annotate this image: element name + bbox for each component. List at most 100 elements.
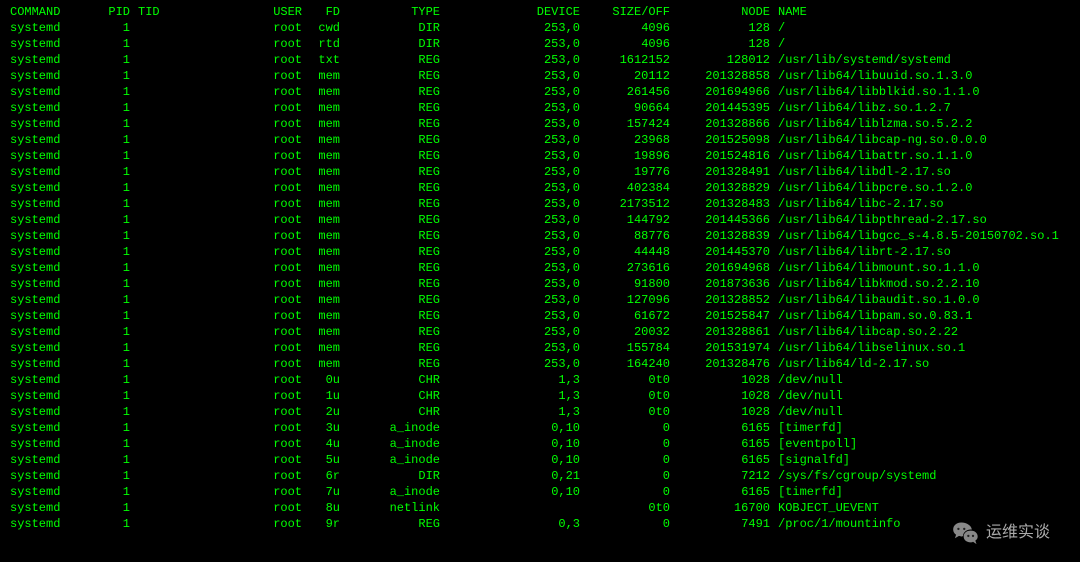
- table-row: systemd1rootmemREG253,0402384201328829/u…: [10, 180, 1070, 196]
- cell-size: 0: [580, 420, 670, 436]
- cell-tid: [130, 420, 180, 436]
- header-command: COMMAND: [10, 4, 80, 20]
- cell-name: /usr/lib64/libcap.so.2.22: [770, 324, 1070, 340]
- cell-type: REG: [340, 148, 440, 164]
- cell-size: 0: [580, 452, 670, 468]
- cell-node: 201328839: [670, 228, 770, 244]
- cell-name: /dev/null: [770, 388, 1070, 404]
- cell-fd: 4u: [302, 436, 340, 452]
- cell-device: 253,0: [440, 356, 580, 372]
- cell-tid: [130, 372, 180, 388]
- cell-tid: [130, 388, 180, 404]
- cell-node: 6165: [670, 484, 770, 500]
- cell-fd: 9r: [302, 516, 340, 532]
- table-row: systemd1rootmemREG253,044448201445370/us…: [10, 244, 1070, 260]
- cell-name: /dev/null: [770, 404, 1070, 420]
- cell-tid: [130, 356, 180, 372]
- cell-pid: 1: [80, 52, 130, 68]
- cell-user: root: [180, 116, 302, 132]
- table-row: systemd1rootmemREG253,020032201328861/us…: [10, 324, 1070, 340]
- cell-fd: mem: [302, 68, 340, 84]
- cell-size: 4096: [580, 36, 670, 52]
- cell-tid: [130, 484, 180, 500]
- cell-command: systemd: [10, 436, 80, 452]
- cell-fd: mem: [302, 228, 340, 244]
- cell-node: 7491: [670, 516, 770, 532]
- cell-node: 1028: [670, 404, 770, 420]
- header-node: NODE: [670, 4, 770, 20]
- cell-type: DIR: [340, 468, 440, 484]
- cell-name: /usr/lib64/libcap-ng.so.0.0.0: [770, 132, 1070, 148]
- cell-fd: 1u: [302, 388, 340, 404]
- cell-device: 253,0: [440, 308, 580, 324]
- cell-command: systemd: [10, 468, 80, 484]
- cell-user: root: [180, 196, 302, 212]
- cell-user: root: [180, 100, 302, 116]
- cell-node: 201525847: [670, 308, 770, 324]
- cell-tid: [130, 324, 180, 340]
- cell-size: 402384: [580, 180, 670, 196]
- cell-fd: mem: [302, 244, 340, 260]
- cell-fd: mem: [302, 148, 340, 164]
- cell-tid: [130, 196, 180, 212]
- cell-type: REG: [340, 308, 440, 324]
- lsof-output-table: COMMANDPIDTIDUSERFDTYPEDEVICESIZE/OFFNOD…: [10, 4, 1070, 532]
- cell-fd: mem: [302, 292, 340, 308]
- cell-size: 261456: [580, 84, 670, 100]
- cell-command: systemd: [10, 148, 80, 164]
- cell-type: REG: [340, 68, 440, 84]
- cell-device: 0,3: [440, 516, 580, 532]
- cell-device: 0,10: [440, 420, 580, 436]
- cell-size: 0: [580, 436, 670, 452]
- cell-node: 201873636: [670, 276, 770, 292]
- cell-fd: mem: [302, 276, 340, 292]
- cell-pid: 1: [80, 292, 130, 308]
- cell-tid: [130, 260, 180, 276]
- cell-device: 0,10: [440, 436, 580, 452]
- cell-user: root: [180, 356, 302, 372]
- cell-pid: 1: [80, 20, 130, 36]
- cell-node: 128: [670, 20, 770, 36]
- cell-type: REG: [340, 244, 440, 260]
- header-size: SIZE/OFF: [580, 4, 670, 20]
- table-row: systemd1rootmemREG253,0155784201531974/u…: [10, 340, 1070, 356]
- cell-user: root: [180, 212, 302, 228]
- cell-user: root: [180, 516, 302, 532]
- cell-pid: 1: [80, 516, 130, 532]
- cell-command: systemd: [10, 164, 80, 180]
- cell-tid: [130, 500, 180, 516]
- cell-user: root: [180, 372, 302, 388]
- cell-tid: [130, 52, 180, 68]
- cell-user: root: [180, 260, 302, 276]
- cell-pid: 1: [80, 116, 130, 132]
- cell-name: /usr/lib64/libblkid.so.1.1.0: [770, 84, 1070, 100]
- cell-name: /usr/lib64/libz.so.1.2.7: [770, 100, 1070, 116]
- cell-type: REG: [340, 212, 440, 228]
- cell-size: 2173512: [580, 196, 670, 212]
- cell-user: root: [180, 292, 302, 308]
- cell-device: 253,0: [440, 132, 580, 148]
- cell-user: root: [180, 404, 302, 420]
- cell-size: 20112: [580, 68, 670, 84]
- cell-pid: 1: [80, 420, 130, 436]
- cell-tid: [130, 308, 180, 324]
- cell-name: /usr/lib64/libmount.so.1.1.0: [770, 260, 1070, 276]
- cell-pid: 1: [80, 356, 130, 372]
- header-pid: PID: [80, 4, 130, 20]
- cell-tid: [130, 100, 180, 116]
- cell-type: REG: [340, 180, 440, 196]
- cell-pid: 1: [80, 164, 130, 180]
- cell-user: root: [180, 132, 302, 148]
- cell-pid: 1: [80, 404, 130, 420]
- cell-pid: 1: [80, 468, 130, 484]
- cell-node: 201531974: [670, 340, 770, 356]
- cell-tid: [130, 228, 180, 244]
- cell-pid: 1: [80, 36, 130, 52]
- cell-name: /usr/lib64/libpcre.so.1.2.0: [770, 180, 1070, 196]
- cell-device: 253,0: [440, 164, 580, 180]
- cell-command: systemd: [10, 324, 80, 340]
- cell-command: systemd: [10, 116, 80, 132]
- cell-type: a_inode: [340, 436, 440, 452]
- cell-node: 201328852: [670, 292, 770, 308]
- cell-size: 144792: [580, 212, 670, 228]
